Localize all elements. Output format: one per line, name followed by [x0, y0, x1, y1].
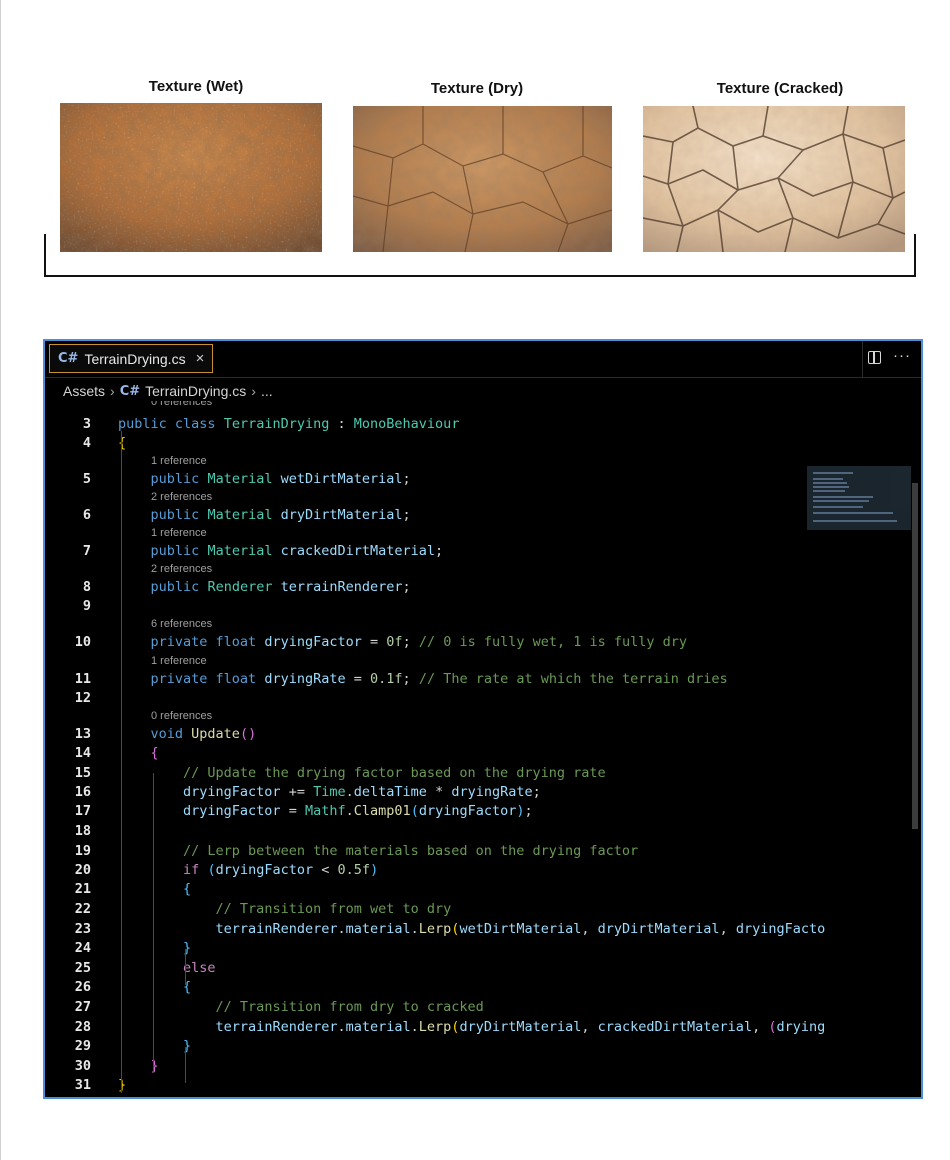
code-editor-window: C# TerrainDrying.cs × ··· Assets › C# Te… [43, 339, 923, 1099]
tabbar-divider [862, 341, 863, 377]
line-source: public Material crackedDirtMaterial; [150, 543, 444, 559]
chevron-right-icon: › [110, 383, 115, 399]
breadcrumb-assets[interactable]: Assets [63, 383, 105, 399]
line-source: private float dryingFactor = 0f; // 0 is… [150, 634, 688, 650]
line-source: else [183, 960, 216, 976]
csharp-file-icon: C# [58, 351, 79, 366]
chevron-right-icon: › [251, 383, 256, 399]
line-number: 5 [82, 471, 91, 487]
line-source: public Renderer terrainRenderer; [150, 579, 411, 595]
line-number: 23 [74, 921, 91, 937]
line-number: 4 [82, 435, 91, 451]
line-number: 22 [74, 901, 91, 917]
texture-group-bracket [44, 234, 916, 277]
line-number: 6 [82, 507, 91, 523]
line-number: 18 [74, 823, 91, 839]
breadcrumb-symbols[interactable]: ... [261, 383, 273, 399]
line-number: 30 [74, 1058, 91, 1074]
line-source: terrainRenderer.material.Lerp(wetDirtMat… [215, 921, 826, 937]
indent-guide [153, 773, 154, 1073]
codelens-references[interactable]: 0 references [151, 709, 212, 723]
line-source: if (dryingFactor < 0.5f) [183, 862, 379, 878]
indent-guide [121, 431, 122, 1093]
codelens-references[interactable]: 1 reference [151, 526, 207, 540]
tab-terrain-drying[interactable]: C# TerrainDrying.cs × [49, 344, 214, 373]
code-area[interactable]: 0 references 3 public class TerrainDrying… [45, 401, 921, 1097]
line-source: // Transition from wet to dry [215, 901, 452, 917]
codelens-references[interactable]: 2 references [151, 490, 212, 504]
line-source: { [183, 881, 192, 897]
line-source: void Update() [150, 726, 257, 742]
more-actions-icon[interactable]: ··· [893, 347, 911, 364]
line-number: 31 [74, 1077, 91, 1093]
line-number: 21 [74, 881, 91, 897]
line-number: 19 [74, 843, 91, 859]
wet-dirt-texture-image [60, 103, 322, 252]
close-icon[interactable]: × [196, 350, 205, 367]
line-number: 24 [74, 940, 91, 956]
line-number: 7 [82, 543, 91, 559]
codelens-references[interactable]: 6 references [151, 617, 212, 631]
line-number: 11 [74, 671, 91, 687]
line-source: { [118, 435, 127, 451]
indent-guide [185, 1047, 186, 1083]
line-source: public Material wetDirtMaterial; [150, 471, 411, 487]
line-source: // Transition from dry to cracked [215, 999, 484, 1015]
vertical-scrollbar[interactable] [912, 483, 918, 829]
line-source: } [183, 1038, 192, 1054]
codelens-references[interactable]: 2 references [151, 562, 212, 576]
line-source: private float dryingRate = 0.1f; // The … [150, 671, 728, 687]
line-source: { [183, 979, 192, 995]
split-editor-icon[interactable] [868, 351, 881, 364]
line-source: // Lerp between the materials based on t… [183, 843, 639, 859]
breadcrumb-file[interactable]: TerrainDrying.cs [145, 383, 246, 399]
line-number: 10 [74, 634, 91, 650]
line-number: 17 [74, 803, 91, 819]
line-number: 9 [82, 598, 91, 614]
line-source: } [118, 1077, 127, 1093]
cracked-dirt-texture-image [643, 106, 905, 252]
line-number: 12 [74, 690, 91, 706]
line-source: terrainRenderer.material.Lerp(dryDirtMat… [215, 1019, 826, 1035]
texture-label-wet: Texture (Wet) [148, 78, 244, 95]
line-number: 15 [74, 765, 91, 781]
line-number: 16 [74, 784, 91, 800]
dry-dirt-texture-image [353, 106, 612, 252]
line-source: dryingFactor = Mathf.Clamp01(dryingFacto… [183, 803, 533, 819]
editor-tab-bar: C# TerrainDrying.cs × ··· [45, 341, 921, 378]
line-source: public Material dryDirtMaterial; [150, 507, 411, 523]
line-number: 13 [74, 726, 91, 742]
line-number: 20 [74, 862, 91, 878]
line-number: 26 [74, 979, 91, 995]
line-source: public class TerrainDrying : MonoBehavio… [118, 416, 460, 432]
line-number: 29 [74, 1038, 91, 1054]
breadcrumb: Assets › C# TerrainDrying.cs › ... [63, 381, 273, 401]
codelens-references[interactable]: 1 reference [151, 454, 207, 468]
line-number: 14 [74, 745, 91, 761]
line-number: 3 [82, 416, 91, 432]
line-number: 8 [82, 579, 91, 595]
indent-guide [185, 949, 186, 985]
codelens-references[interactable]: 0 references [151, 401, 212, 409]
csharp-file-icon: C# [119, 383, 141, 399]
line-source: // Update the drying factor based on the… [183, 765, 606, 781]
minimap[interactable] [807, 466, 911, 530]
line-number: 25 [74, 960, 91, 976]
tab-label: TerrainDrying.cs [84, 350, 186, 367]
line-number: 27 [74, 999, 91, 1015]
codelens-references[interactable]: 1 reference [151, 654, 207, 668]
page-left-border [0, 0, 1, 1160]
texture-label-dry: Texture (Dry) [430, 80, 524, 97]
line-source: dryingFactor += Time.deltaTime * dryingR… [183, 784, 541, 800]
line-source: { [150, 745, 159, 761]
texture-label-cracked: Texture (Cracked) [716, 80, 844, 97]
line-source: } [183, 940, 192, 956]
line-number: 28 [74, 1019, 91, 1035]
